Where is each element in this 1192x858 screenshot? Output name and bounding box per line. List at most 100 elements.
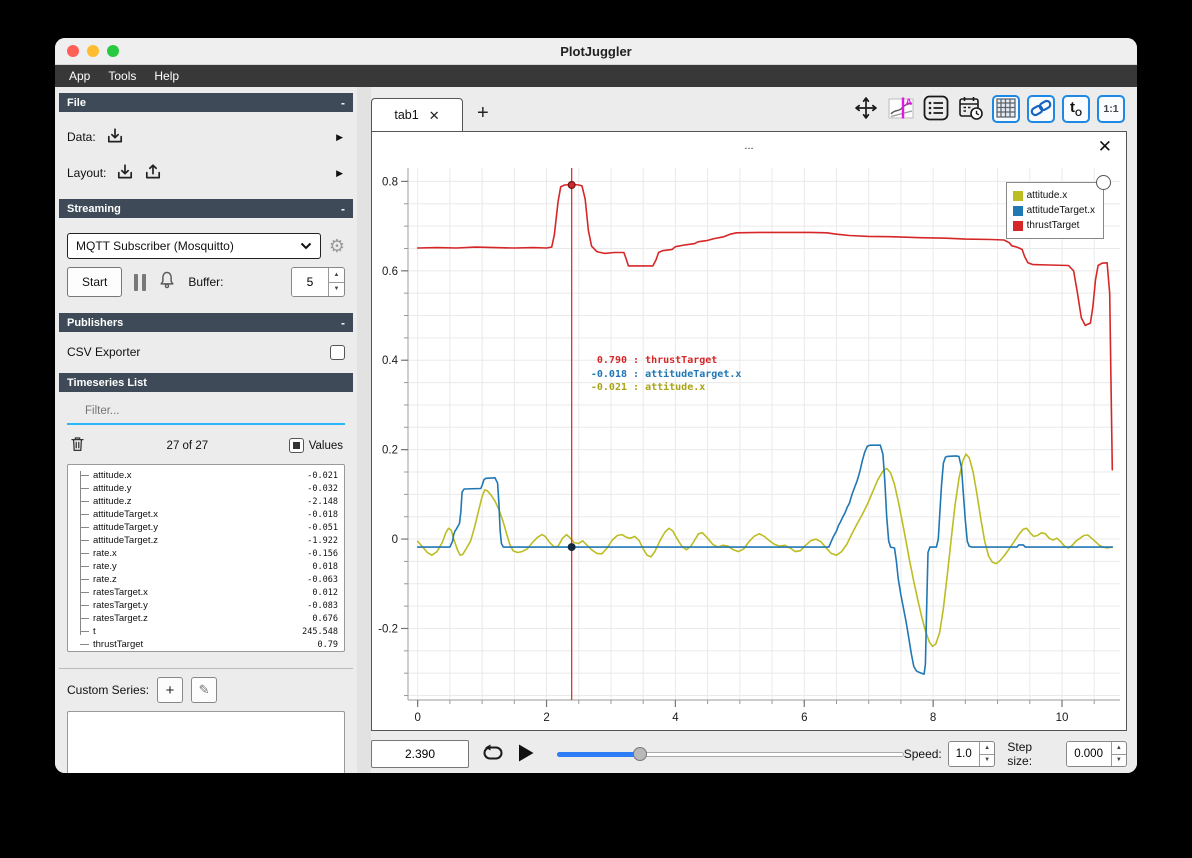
timeseries-row[interactable]: ratesTarget.z 0.676: [68, 612, 338, 625]
menu-help[interactable]: Help: [154, 69, 179, 83]
collapse-icon[interactable]: -: [341, 96, 345, 110]
timeseries-row[interactable]: attitudeTarget.z -1.922: [68, 534, 338, 547]
custom-series-list[interactable]: [67, 711, 345, 773]
playback-slider[interactable]: [557, 746, 904, 762]
series-count: 27 of 27: [166, 439, 209, 452]
timeseries-row[interactable]: attitudeTarget.x -0.018: [68, 508, 338, 521]
slider-handle[interactable]: [633, 747, 648, 761]
timeseries-row[interactable]: rate.z -0.063: [68, 573, 338, 586]
close-tab-icon[interactable]: ✕: [429, 109, 440, 122]
streaming-section-header[interactable]: Streaming -: [59, 199, 353, 218]
legend-item[interactable]: attitude.x: [1012, 188, 1095, 203]
desktop-background: PlotJuggler App Tools Help File - Data:: [0, 0, 1192, 858]
timeseries-row[interactable]: attitude.z -2.148: [68, 495, 338, 508]
legend-item[interactable]: attitudeTarget.x: [1012, 203, 1095, 218]
custom-series-label: Custom Series:: [67, 683, 150, 697]
spin-up-icon[interactable]: ▲: [979, 742, 995, 755]
ratio-button[interactable]: 1:1: [1097, 95, 1125, 123]
menu-tools[interactable]: Tools: [108, 69, 136, 83]
data-row: Data: ▶: [67, 119, 345, 155]
plot-panel: ... ✕ 0 2 4 6 8 10 -0.2 0 0.2 0.4 0.6 0.8 attitude.…: [371, 131, 1127, 731]
spin-up-icon[interactable]: ▲: [1111, 742, 1127, 755]
timeseries-row[interactable]: ratesTarget.x 0.012: [68, 586, 338, 599]
legend-handle[interactable]: [1096, 175, 1111, 190]
collapse-icon[interactable]: -: [341, 202, 345, 216]
spin-up-icon[interactable]: ▲: [329, 268, 344, 283]
legend-item[interactable]: thrustTarget: [1012, 218, 1095, 233]
edit-custom-series-button[interactable]: ✎: [191, 677, 218, 703]
add-tab-button[interactable]: +: [477, 102, 489, 125]
chevron-down-icon: [300, 239, 312, 253]
spin-down-icon[interactable]: ▼: [1112, 755, 1126, 767]
window-titlebar: PlotJuggler: [55, 38, 1137, 65]
gear-icon[interactable]: ⚙: [329, 237, 345, 255]
spin-down-icon[interactable]: ▼: [329, 283, 344, 297]
save-layout-button[interactable]: [144, 163, 162, 184]
pause-icon[interactable]: [134, 273, 147, 291]
streaming-section-title: Streaming: [67, 202, 121, 215]
filter-input[interactable]: [67, 399, 345, 425]
timeseries-row[interactable]: attitudeTarget.y -0.051: [68, 521, 338, 534]
tracker-icon: A: [888, 96, 914, 123]
start-streaming-button[interactable]: Start: [67, 267, 123, 297]
timeseries-row[interactable]: thrustTarget 0.79: [68, 638, 338, 651]
step-size-input[interactable]: [1066, 742, 1111, 766]
collapse-icon[interactable]: -: [341, 316, 345, 330]
move-view-button[interactable]: [852, 95, 880, 123]
plot-toolbar: A tO 1:1: [852, 95, 1137, 123]
svg-text:-0.2: -0.2: [378, 623, 398, 635]
sidebar-splitter[interactable]: [357, 87, 371, 773]
playback-time-input[interactable]: [371, 740, 469, 768]
data-expander-icon[interactable]: ▶: [336, 132, 343, 143]
file-section-header[interactable]: File -: [59, 93, 353, 112]
publishers-section-header[interactable]: Publishers -: [59, 313, 353, 332]
plot-title[interactable]: ...: [372, 140, 1126, 152]
csv-exporter-checkbox[interactable]: [330, 344, 345, 360]
csv-exporter-row: CSV Exporter: [67, 339, 345, 365]
close-plot-icon[interactable]: ✕: [1098, 138, 1112, 155]
speed-spinbox[interactable]: ▲▼: [947, 741, 996, 767]
plot-legend[interactable]: attitude.x attitudeTarget.x thrustTarget: [1005, 175, 1111, 239]
bell-icon[interactable]: [158, 270, 176, 294]
custom-series-row: Custom Series: + ✎: [59, 669, 353, 711]
tracker-readout-line: -0.021 : attitude.x: [590, 382, 706, 393]
svg-text:0.6: 0.6: [382, 266, 398, 278]
spin-down-icon[interactable]: ▼: [980, 755, 995, 767]
download-icon: [106, 127, 124, 148]
streaming-plugin-select[interactable]: MQTT Subscriber (Mosquitto): [67, 233, 321, 259]
timeseries-row[interactable]: attitude.y -0.032: [68, 482, 338, 495]
buffer-spinbox[interactable]: ▲ ▼: [291, 267, 345, 297]
timeseries-row[interactable]: rate.x -0.156: [68, 547, 338, 560]
curve-list-button[interactable]: [922, 95, 950, 123]
timeseries-row[interactable]: attitude.x -0.021: [68, 469, 338, 482]
loop-button[interactable]: [481, 744, 505, 765]
tracker-button[interactable]: A: [887, 95, 915, 123]
link-axes-button[interactable]: [1027, 95, 1055, 123]
legend-label: attitude.x: [1026, 190, 1068, 201]
timeseries-row[interactable]: ratesTarget.y -0.083: [68, 599, 338, 612]
step-size-spinbox[interactable]: ▲▼: [1065, 741, 1128, 767]
load-layout-button[interactable]: [116, 163, 134, 184]
trash-icon[interactable]: [69, 435, 86, 456]
add-custom-series-button[interactable]: +: [157, 677, 184, 703]
speed-input[interactable]: [948, 742, 979, 766]
play-button[interactable]: [517, 743, 535, 766]
buffer-input[interactable]: [292, 268, 328, 296]
time-origin-button[interactable]: tO: [1062, 95, 1090, 123]
timeseries-section-title: Timeseries List: [67, 376, 147, 389]
load-data-button[interactable]: [106, 127, 124, 148]
timeseries-row[interactable]: rate.y 0.018: [68, 560, 338, 573]
grid-layout-button[interactable]: [992, 95, 1020, 123]
timeseries-list[interactable]: attitude.x -0.021 attitude.y -0.032 attitu…: [67, 464, 345, 652]
datetime-button[interactable]: [957, 95, 985, 123]
publishers-section-body: CSV Exporter: [59, 333, 353, 373]
menu-app[interactable]: App: [69, 69, 90, 83]
plot-header: ... ✕: [372, 132, 1126, 162]
tab-tab1[interactable]: tab1 ✕: [371, 98, 463, 131]
plot-canvas[interactable]: 0 2 4 6 8 10 -0.2 0 0.2 0.4 0.6 0.8: [372, 162, 1126, 730]
timeseries-row[interactable]: t 245.548: [68, 625, 338, 638]
csv-exporter-label: CSV Exporter: [67, 345, 141, 359]
values-checkbox[interactable]: [288, 438, 304, 453]
timeseries-section-header[interactable]: Timeseries List: [59, 373, 353, 392]
layout-expander-icon[interactable]: ▶: [336, 168, 343, 179]
